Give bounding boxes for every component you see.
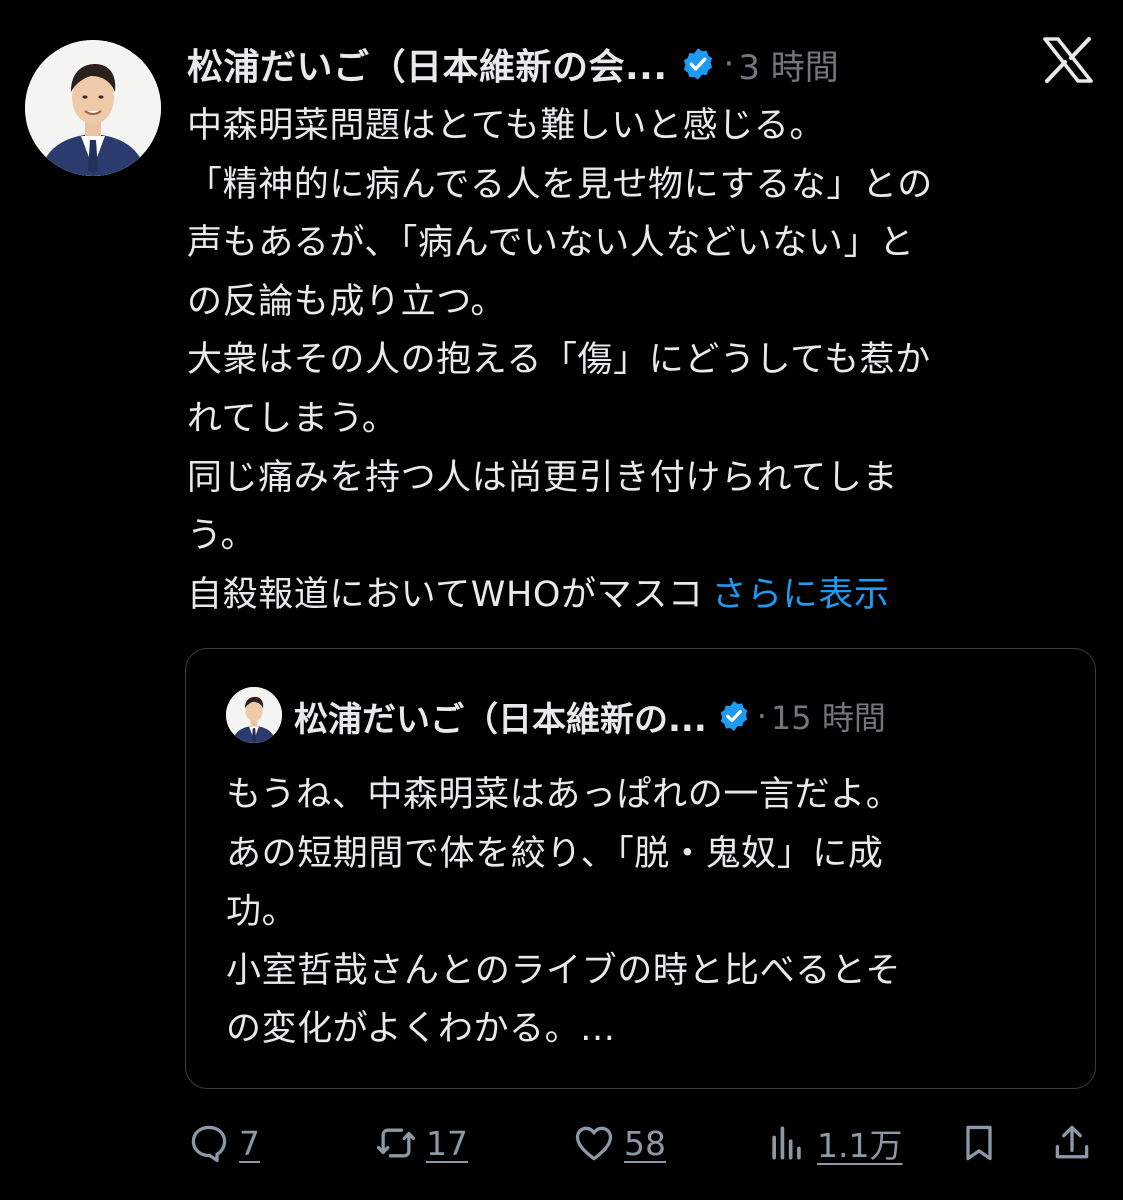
- quoted-body-line: あの短期間で体を絞り、「脱・鬼奴」に成: [226, 833, 884, 874]
- post-body: 中森明菜問題はとても難しいと感じる。 「精神的に病んでる人を見せ物にするな」との…: [187, 97, 1107, 624]
- views-count: 1.1万: [817, 1126, 903, 1165]
- quoted-author-avatar: [226, 687, 282, 743]
- show-more-link[interactable]: さらに表示: [711, 575, 889, 615]
- quoted-body: もうね、中森明菜はあっぱれの一言だよ。 あの短期間で体を絞り、「脱・鬼奴」に成 …: [226, 766, 1076, 1059]
- x-logo-icon: [1043, 37, 1093, 83]
- share-icon: [1055, 1125, 1089, 1159]
- post-body-line: れてしまう。: [187, 398, 398, 439]
- reply-count: 7: [239, 1123, 260, 1163]
- repost-button[interactable]: 17: [374, 1110, 468, 1176]
- quoted-separator: ·: [756, 697, 767, 735]
- heart-icon: [575, 1126, 613, 1161]
- post-body-line: 自殺報道においてWHOがマスコ: [187, 574, 704, 615]
- reply-button[interactable]: 7: [187, 1110, 260, 1176]
- post-body-line: 中森明菜問題はとても難しいと感じる。: [187, 106, 826, 146]
- action-bar: 7 17 58 1.1万: [0, 1110, 1123, 1180]
- like-count: 58: [624, 1123, 666, 1163]
- verified-badge-icon: [720, 701, 748, 731]
- quoted-body-line: 功。: [226, 892, 298, 933]
- quoted-body-line: の変化がよくわかる。...: [226, 1009, 616, 1050]
- post-body-line: 大衆はその人の抱える「傷」にどうしても惹か: [187, 340, 931, 381]
- reply-icon: [191, 1125, 227, 1163]
- post-body-line: の反論も成り立つ。: [187, 281, 507, 322]
- quoted-body-line: 小室哲哉さんとのライブの時と比べるとそ: [226, 950, 902, 991]
- bookmark-button[interactable]: [957, 1110, 1001, 1176]
- post-header: 松浦だいご（日本維新の会... · 3 時間: [187, 34, 839, 94]
- verified-badge-icon: [683, 48, 712, 80]
- quoted-header: 松浦だいご（日本維新の... · 15 時間: [294, 686, 886, 746]
- share-button[interactable]: [1050, 1110, 1094, 1176]
- author-avatar[interactable]: [25, 40, 161, 176]
- post-body-line: 「精神的に病んでる人を見せ物にするな」との: [187, 164, 933, 205]
- bookmark-icon: [966, 1125, 992, 1161]
- post-body-last-line: 自殺報道においてWHOがマスコ さらに表示: [187, 566, 1107, 625]
- views-icon: [772, 1126, 801, 1160]
- post-time[interactable]: 3 時間: [738, 40, 838, 89]
- post-body-line: う。: [187, 516, 257, 557]
- quoted-time: 15 時間: [770, 699, 886, 737]
- repost-count: 17: [426, 1123, 468, 1163]
- quoted-post[interactable]: 松浦だいご（日本維新の... · 15 時間 もうね、中森明菜はあっぱれの一言だ…: [185, 648, 1096, 1089]
- post-body-line: 声もあるが、「病んでいない人などいない」と: [187, 223, 915, 264]
- repost-icon: [376, 1128, 416, 1158]
- views-button[interactable]: 1.1万: [765, 1110, 902, 1176]
- author-name[interactable]: 松浦だいご（日本維新の会...: [187, 38, 668, 90]
- like-button[interactable]: 58: [572, 1110, 666, 1176]
- header-separator: ·: [723, 44, 735, 84]
- quoted-body-line: もうね、中森明菜はあっぱれの一言だよ。: [226, 775, 902, 815]
- quoted-author-name: 松浦だいご（日本維新の...: [294, 699, 707, 740]
- post-body-line: 同じ痛みを持つ人は尚更引き付けられてしま: [187, 457, 898, 498]
